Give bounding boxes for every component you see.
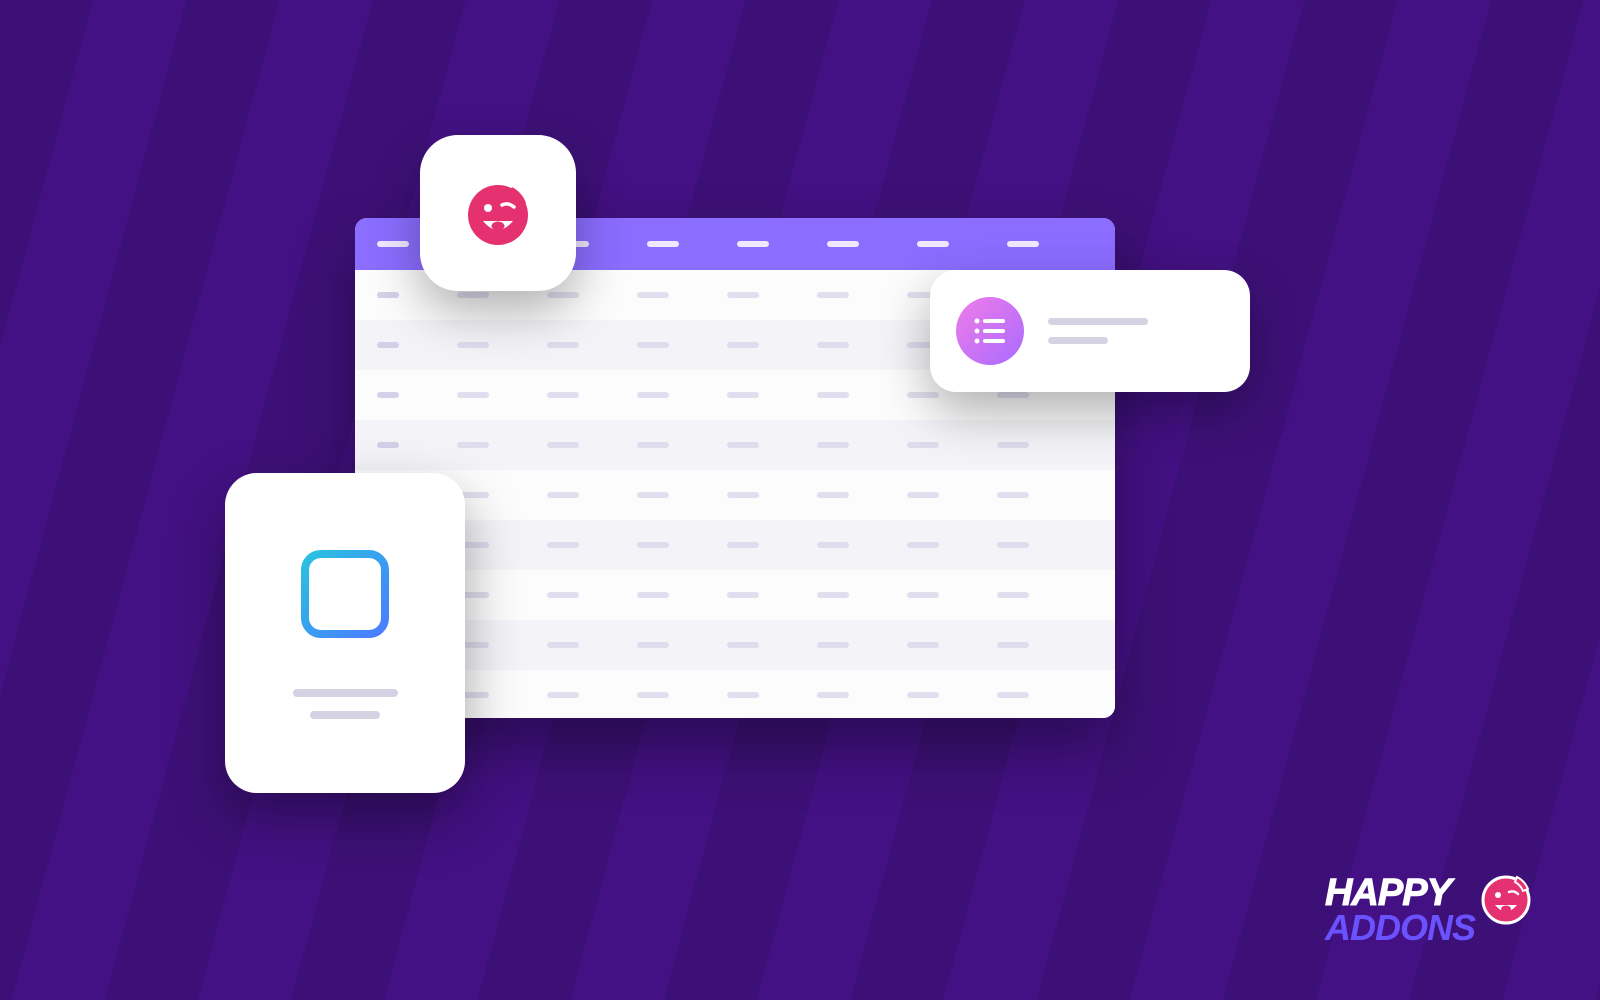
table-row [355,470,1115,520]
placeholder-line [1048,318,1148,325]
table-row [355,420,1115,470]
list-widget-card [930,270,1250,392]
happy-face-icon [460,175,536,251]
brand-line-1: HAPPY [1325,875,1451,911]
table-widget-card [225,473,465,793]
brand-logo-text: HAPPY ADDONS [1325,875,1475,945]
table-header-cell [1007,241,1039,247]
table-header-cell [737,241,769,247]
table-grid-icon [298,547,392,641]
happy-face-card [420,135,576,291]
bullet-list-icon [956,297,1024,365]
placeholder-line [293,689,398,697]
table-row [355,570,1115,620]
placeholder-line [310,711,380,719]
placeholder-line [1048,337,1108,344]
brand-line-2: ADDONS [1325,911,1475,945]
table-header-cell [377,241,409,247]
table-header-cell [647,241,679,247]
grid-placeholder-lines [293,689,398,719]
table-header-cell [827,241,859,247]
list-placeholder-lines [1048,318,1224,344]
table-row [355,620,1115,670]
table-row [355,520,1115,570]
table-header-cell [917,241,949,247]
table-row [355,670,1115,718]
happy-face-icon [1477,869,1535,927]
brand-logo: HAPPY ADDONS [1325,875,1535,945]
